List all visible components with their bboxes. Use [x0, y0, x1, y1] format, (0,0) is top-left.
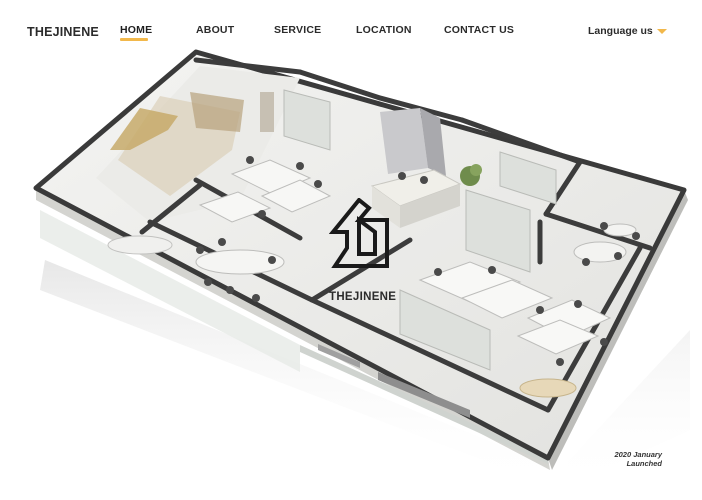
- nav-home-label: HOME: [120, 24, 153, 36]
- brand-logo[interactable]: THEJINENE: [27, 25, 99, 39]
- launch-label: Launched: [626, 459, 662, 468]
- nav-service-label: SERVICE: [274, 24, 322, 36]
- language-selector[interactable]: Language us: [588, 25, 653, 37]
- nav-home[interactable]: HOME: [120, 24, 153, 41]
- chevron-down-icon[interactable]: [657, 29, 667, 34]
- building-logo-icon: [329, 198, 389, 268]
- nav-about[interactable]: ABOUT: [196, 24, 234, 36]
- logo-wordmark: THEJINENE: [329, 291, 397, 303]
- launch-date: 2020 January: [614, 450, 662, 459]
- nav-about-label: ABOUT: [196, 24, 235, 36]
- nav-contact-us[interactable]: CONTACT US: [444, 24, 514, 36]
- nav-location[interactable]: LOCATION: [356, 24, 412, 36]
- nav-contact-label: CONTACT US: [444, 24, 515, 36]
- nav-location-label: LOCATION: [356, 24, 412, 36]
- nav-service[interactable]: SERVICE: [274, 24, 321, 36]
- active-nav-indicator: [120, 38, 148, 41]
- hero-section: THEJINENE 2020 January Launched: [0, 0, 702, 500]
- launch-note: 2020 January Launched: [604, 450, 662, 468]
- top-navbar: THEJINENE HOME ABOUT SERVICE LOCATION CO…: [0, 0, 702, 60]
